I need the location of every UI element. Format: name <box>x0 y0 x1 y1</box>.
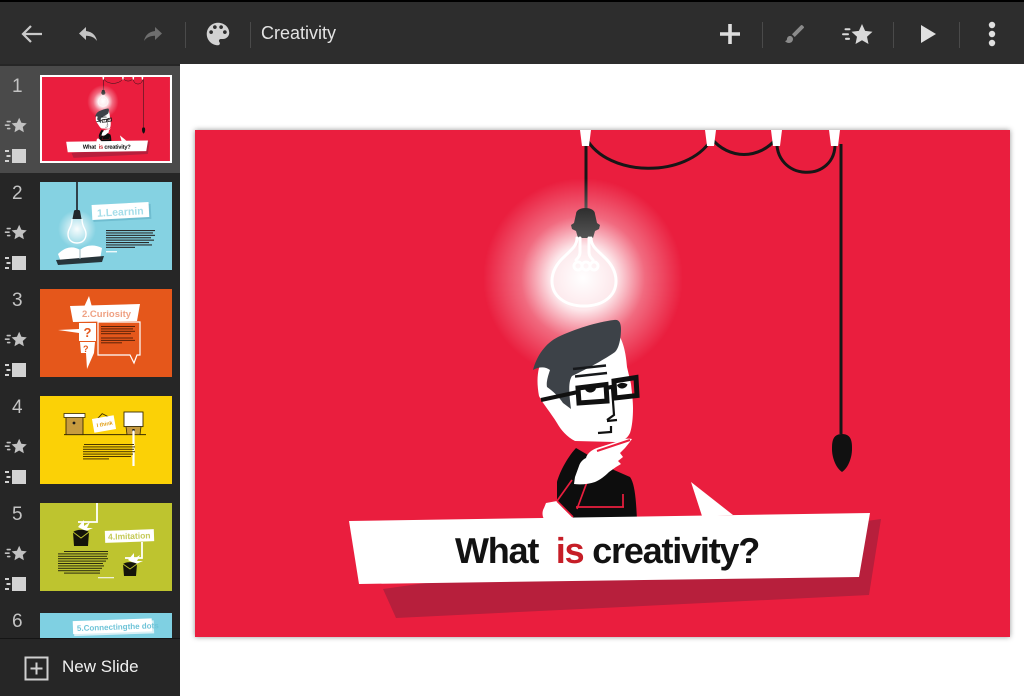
svg-text:2.Curiosity: 2.Curiosity <box>82 309 132 320</box>
svg-text:1.Learnin: 1.Learnin <box>97 205 144 219</box>
svg-text:?: ? <box>84 325 92 340</box>
svg-text:?: ? <box>83 344 89 354</box>
svg-text:4.Imitation: 4.Imitation <box>108 530 151 541</box>
